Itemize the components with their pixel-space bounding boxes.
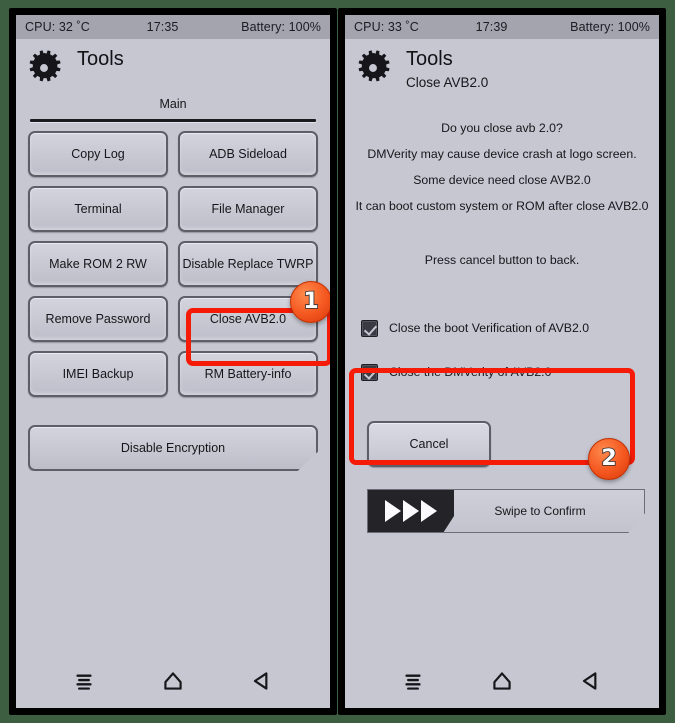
cpu-temperature: CPU: 32 ˚C: [25, 20, 90, 34]
tool-button-disable-encryption[interactable]: Disable Encryption: [28, 425, 318, 471]
swipe-to-confirm-slider[interactable]: Swipe to Confirm: [367, 489, 645, 533]
recents-icon[interactable]: [400, 668, 426, 694]
message-line: It can boot custom system or ROM after c…: [355, 199, 649, 213]
checkbox-label: Close the boot Verification of AVB2.0: [389, 321, 590, 335]
checkbox-label: Close the DMVerity of AVB2.0: [389, 365, 552, 379]
gear-icon: [358, 50, 390, 82]
battery-level: Battery: 100%: [570, 20, 650, 34]
tool-button-terminal[interactable]: Terminal: [28, 186, 168, 232]
arrow-right-icon: [385, 500, 401, 522]
annotation-badge-2: 2: [588, 438, 630, 480]
page-title: Tools: [406, 48, 453, 70]
back-icon[interactable]: [578, 668, 604, 694]
checkbox-row-dmverity[interactable]: Close the DMVerity of AVB2.0: [361, 357, 659, 387]
tool-button-disable-replace-twrp[interactable]: Disable Replace TWRP: [178, 241, 318, 287]
app-header: Tools Close AVB2.0: [345, 39, 659, 93]
gear-icon: [29, 50, 61, 82]
back-icon[interactable]: [249, 668, 275, 694]
clock: 17:39: [475, 20, 508, 34]
tool-button-rm-battery-info[interactable]: RM Battery-info: [178, 351, 318, 397]
checkbox-boot-verification[interactable]: [361, 319, 378, 337]
tool-button-adb-sideload[interactable]: ADB Sideload: [178, 131, 318, 177]
right-navigation-bar: [345, 654, 659, 708]
avb-options-group: Close the boot Verification of AVB2.0 Cl…: [345, 267, 659, 401]
left-phone-panel: CPU: 32 ˚C 17:35 Battery: 100% Tools Mai…: [9, 8, 337, 715]
arrow-right-icon: [403, 500, 419, 522]
page-title: Tools: [77, 48, 124, 70]
message-line: DMVerity may cause device crash at logo …: [367, 147, 637, 161]
tools-button-grid: Copy Log ADB Sideload Terminal File Mana…: [16, 122, 330, 397]
home-icon[interactable]: [489, 668, 515, 694]
clock: 17:35: [146, 20, 179, 34]
right-phone-panel: CPU: 33 ˚C 17:39 Battery: 100% Tools Clo…: [338, 8, 666, 715]
battery-level: Battery: 100%: [241, 20, 321, 34]
dialog-message: Do you close avb 2.0? DMVerity may cause…: [345, 93, 659, 267]
swipe-label: Swipe to Confirm: [494, 504, 586, 518]
annotation-badge-1: 1: [290, 281, 330, 323]
cancel-hint: Press cancel button to back.: [424, 253, 580, 267]
tool-button-remove-password[interactable]: Remove Password: [28, 296, 168, 342]
recents-icon[interactable]: [71, 668, 97, 694]
disable-encryption-row: Disable Encryption: [16, 397, 330, 471]
tool-button-copy-log[interactable]: Copy Log: [28, 131, 168, 177]
tool-button-imei-backup[interactable]: IMEI Backup: [28, 351, 168, 397]
message-line: Some device need close AVB2.0: [413, 173, 591, 187]
status-bar: CPU: 33 ˚C 17:39 Battery: 100%: [345, 15, 659, 39]
arrow-right-icon: [421, 500, 437, 522]
tool-button-file-manager[interactable]: File Manager: [178, 186, 318, 232]
page-subtitle: Close AVB2.0: [406, 75, 489, 90]
status-bar: CPU: 32 ˚C 17:35 Battery: 100%: [16, 15, 330, 39]
cancel-button[interactable]: Cancel: [367, 421, 491, 467]
home-icon[interactable]: [160, 668, 186, 694]
checkbox-dmverity[interactable]: [361, 363, 378, 381]
section-label: Main: [159, 97, 187, 111]
swipe-handle[interactable]: [368, 490, 454, 532]
cpu-temperature: CPU: 33 ˚C: [354, 20, 419, 34]
screenshot-stage: CPU: 32 ˚C 17:35 Battery: 100% Tools Mai…: [0, 0, 675, 723]
message-line: Do you close avb 2.0?: [441, 121, 563, 135]
checkbox-row-boot-verification[interactable]: Close the boot Verification of AVB2.0: [361, 313, 659, 343]
left-navigation-bar: [16, 654, 330, 708]
app-header: Tools: [16, 39, 330, 93]
tool-button-make-rom-2-rw[interactable]: Make ROM 2 RW: [28, 241, 168, 287]
